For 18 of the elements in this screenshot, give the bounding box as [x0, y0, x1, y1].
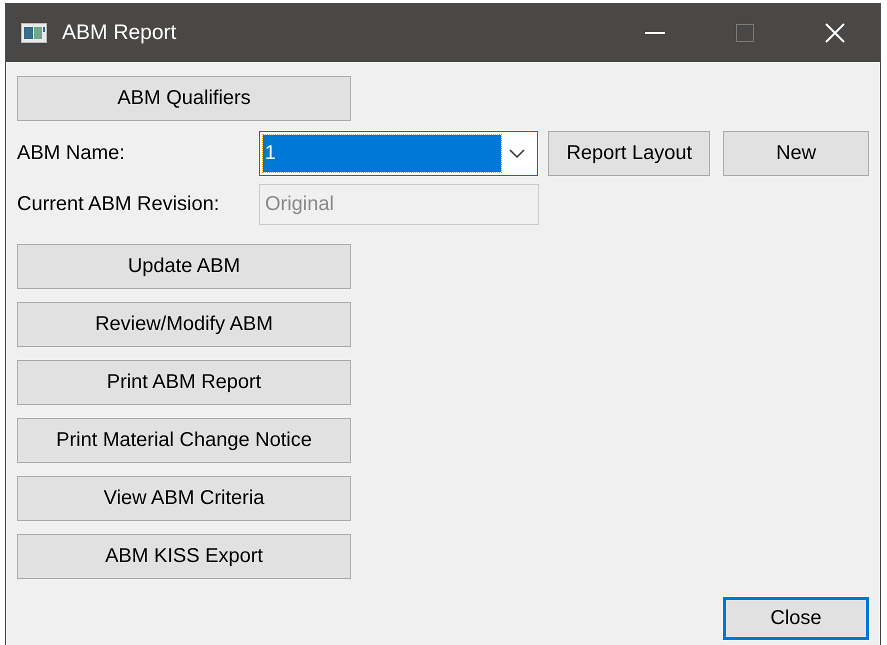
- action-button[interactable]: Review/Modify ABM: [17, 302, 351, 347]
- field-label: Current ABM Revision:: [17, 193, 220, 216]
- field-label: ABM Name:: [17, 142, 126, 165]
- action-button[interactable]: Update ABM: [17, 244, 351, 289]
- report-layout-button[interactable]: Report Layout: [548, 131, 710, 176]
- new-button[interactable]: New: [723, 131, 869, 176]
- abm-name-dropdown[interactable]: 1: [258, 131, 538, 176]
- action-button[interactable]: Print Material Change Notice: [17, 418, 351, 463]
- window-title: ABM Report: [62, 21, 178, 45]
- close-icon[interactable]: [825, 23, 845, 43]
- chevron-down-icon: [508, 148, 525, 158]
- app-icon: [21, 23, 47, 43]
- action-button[interactable]: View ABM Criteria: [17, 476, 351, 521]
- action-button[interactable]: Print ABM Report: [17, 360, 351, 405]
- maximize-icon[interactable]: [736, 24, 754, 42]
- qualifiers-button[interactable]: ABM Qualifiers: [17, 76, 351, 121]
- action-button[interactable]: ABM KISS Export: [17, 534, 351, 579]
- close-button[interactable]: Close: [723, 597, 869, 640]
